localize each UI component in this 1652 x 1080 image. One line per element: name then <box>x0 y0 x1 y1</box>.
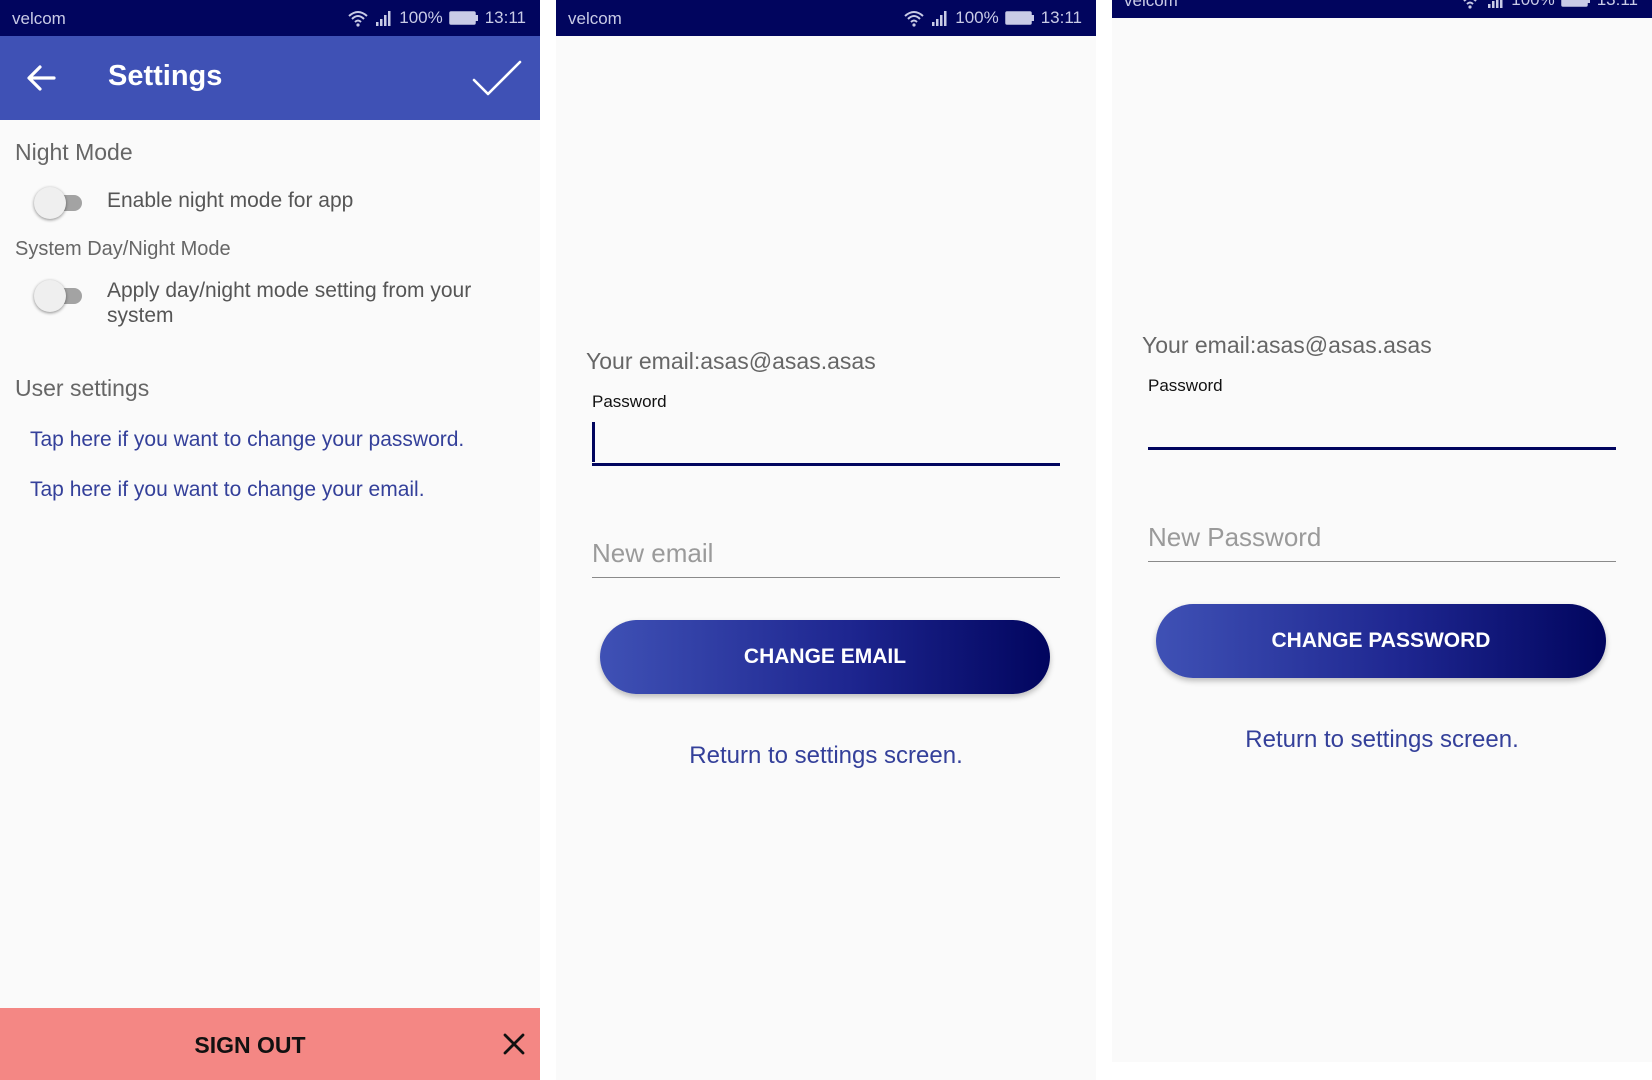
password-field-label: Password <box>592 392 667 411</box>
new-email-input[interactable] <box>592 530 1060 578</box>
status-icons: 100% 13:11 <box>1459 0 1638 10</box>
change-password-link[interactable]: Tap here if you want to change your pass… <box>30 428 464 452</box>
status-bar: velcom 100% 13:11 <box>1112 0 1652 18</box>
wifi-icon <box>1463 0 1477 9</box>
battery-icon <box>448 11 478 25</box>
change-email-screen: velcom 100% 13:11 Your email:asas@asas.a… <box>556 0 1096 1080</box>
toggle-thumb <box>34 280 66 312</box>
status-time: 13:11 <box>1597 0 1638 10</box>
wifi-icon <box>904 11 924 27</box>
status-bar: velcom 100% 13:11 <box>556 0 1096 36</box>
status-time: 13:11 <box>1040 8 1082 27</box>
wifi-icon <box>348 11 368 27</box>
checkmark-icon[interactable] <box>470 56 524 100</box>
back-arrow-icon[interactable] <box>22 58 62 98</box>
night-mode-toggle-label: Enable night mode for app <box>107 189 354 212</box>
signal-icon <box>1488 0 1503 8</box>
carrier-name: velcom <box>568 9 622 28</box>
signal-icon <box>932 11 947 26</box>
status-bar: velcom 100% 13:11 <box>0 0 540 36</box>
system-mode-toggle[interactable] <box>34 279 86 313</box>
system-mode-toggle-label: Apply day/night mode setting from your s… <box>107 279 472 327</box>
return-to-settings-link[interactable]: Return to settings screen. <box>556 742 1096 770</box>
signal-icon <box>376 11 391 26</box>
battery-percent: 100% <box>1511 0 1554 10</box>
carrier-name: velcom <box>1124 0 1178 10</box>
password-input[interactable] <box>1148 402 1616 450</box>
sign-out-button[interactable]: SIGN OUT <box>0 1032 500 1059</box>
user-settings-section-title: User settings <box>15 375 150 401</box>
night-mode-toggle[interactable] <box>34 186 86 220</box>
change-email-link[interactable]: Tap here if you want to change your emai… <box>30 478 425 502</box>
new-password-input[interactable] <box>1148 514 1616 562</box>
carrier-name: velcom <box>12 9 66 28</box>
battery-icon <box>1004 11 1034 25</box>
password-input[interactable] <box>592 420 1060 466</box>
settings-screen: velcom 100% 13:11 Settings Night Mode En… <box>0 0 540 1080</box>
password-field-label: Password <box>1148 376 1223 395</box>
app-bar: Settings <box>0 36 540 120</box>
status-icons: 100% 13:11 <box>347 8 526 28</box>
change-password-button[interactable]: CHANGE PASSWORD <box>1156 604 1606 678</box>
text-caret <box>592 422 595 462</box>
battery-percent: 100% <box>955 8 999 27</box>
page-title: Settings <box>108 60 223 92</box>
status-time: 13:11 <box>484 8 526 27</box>
battery-percent: 100% <box>399 8 443 27</box>
close-icon[interactable] <box>498 1028 530 1060</box>
sign-out-bar: SIGN OUT <box>0 1008 540 1080</box>
return-to-settings-link[interactable]: Return to settings screen. <box>1112 726 1652 754</box>
current-email-text: Your email:asas@asas.asas <box>1142 332 1432 358</box>
battery-icon <box>1560 0 1590 7</box>
toggle-thumb <box>34 187 66 219</box>
change-email-button[interactable]: CHANGE EMAIL <box>600 620 1050 694</box>
system-mode-section-title: System Day/Night Mode <box>15 238 231 260</box>
night-mode-section-title: Night Mode <box>15 139 133 165</box>
current-email-text: Your email:asas@asas.asas <box>586 348 876 374</box>
status-icons: 100% 13:11 <box>903 8 1082 28</box>
change-password-screen: velcom 100% 13:11 Your email:asas@asas.a… <box>1112 0 1652 1062</box>
